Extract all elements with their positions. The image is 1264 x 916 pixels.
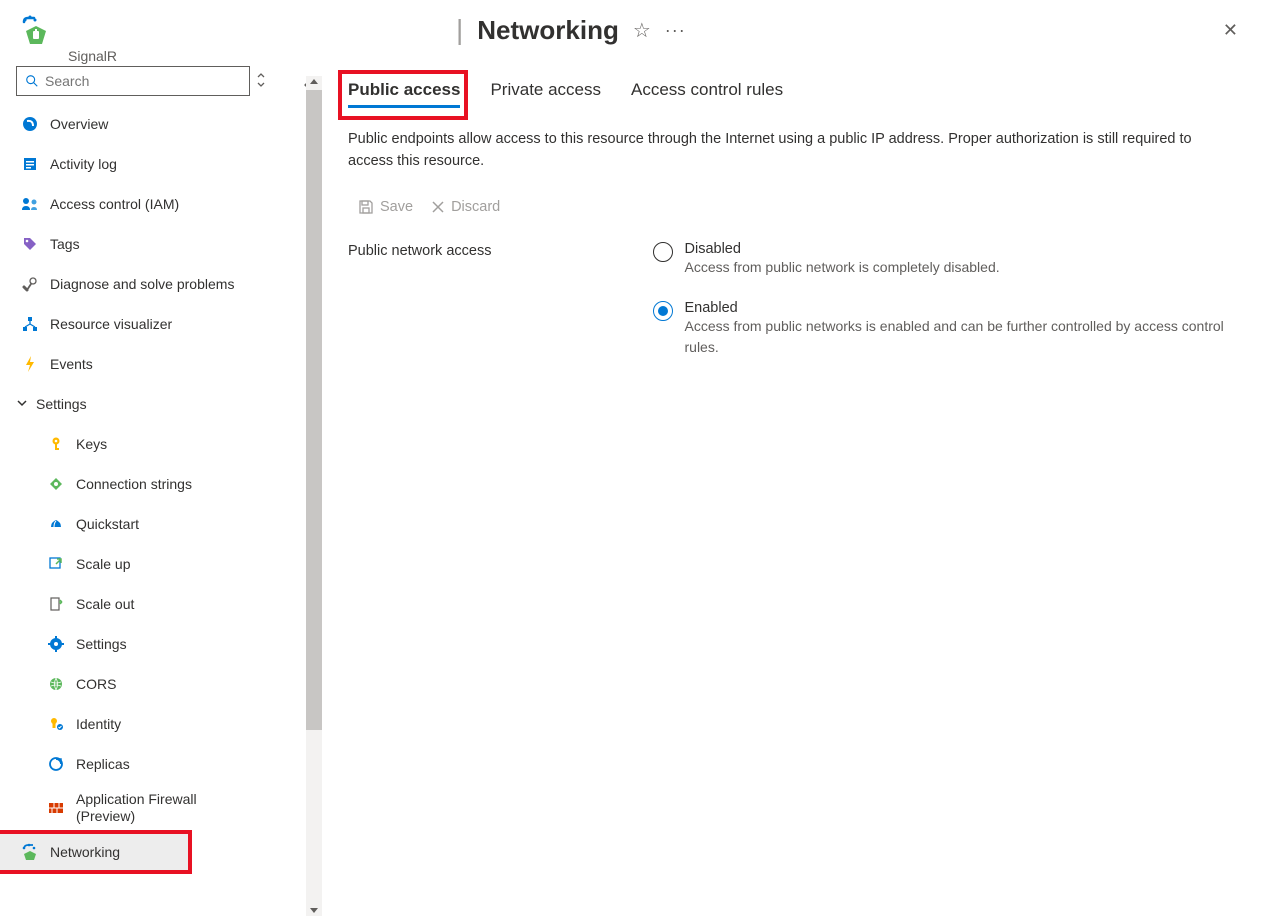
sidebar-item-resource-visualizer[interactable]: Resource visualizer xyxy=(16,304,308,344)
discard-label: Discard xyxy=(451,199,500,215)
sidebar-item-overview[interactable]: Overview xyxy=(16,104,308,144)
sidebar-group-settings[interactable]: Settings xyxy=(16,384,308,424)
sidebar-item-keys[interactable]: Keys xyxy=(16,424,308,464)
favorite-star-icon[interactable]: ☆ xyxy=(633,18,651,43)
tags-icon xyxy=(20,234,40,254)
radio-desc: Access from public networks is enabled a… xyxy=(685,316,1235,358)
radio-label: Disabled xyxy=(685,241,1000,257)
firewall-icon xyxy=(46,798,66,818)
quickstart-icon xyxy=(46,514,66,534)
sidebar-item-label: Quickstart xyxy=(76,516,139,533)
sidebar-item-label: Connection strings xyxy=(76,476,192,493)
sidebar: Overview Activity log Access control (IA… xyxy=(0,56,308,895)
tab-label: Private access xyxy=(490,80,601,99)
activity-log-icon xyxy=(20,154,40,174)
sidebar-item-label: Application Firewall (Preview) xyxy=(76,791,226,825)
sidebar-item-label: Diagnose and solve problems xyxy=(50,276,234,293)
sidebar-item-label: Access control (IAM) xyxy=(50,196,179,213)
radio-circle[interactable] xyxy=(653,242,673,262)
radio-group: Disabled Access from public network is c… xyxy=(653,241,1235,358)
search-box[interactable] xyxy=(16,66,250,96)
cors-icon xyxy=(46,674,66,694)
tab-label: Public access xyxy=(348,80,460,99)
sidebar-item-access-control[interactable]: Access control (IAM) xyxy=(16,184,308,224)
radio-desc: Access from public network is completely… xyxy=(685,257,1000,278)
toolbar: Save Discard xyxy=(358,199,1234,215)
sidebar-item-app-firewall[interactable]: Application Firewall (Preview) xyxy=(16,784,308,832)
tab-public-access[interactable]: Public access xyxy=(348,80,460,108)
tab-description: Public endpoints allow access to this re… xyxy=(348,128,1218,173)
sidebar-item-settings[interactable]: Settings xyxy=(16,624,308,664)
sidebar-item-label: Scale out xyxy=(76,596,134,613)
events-icon xyxy=(20,354,40,374)
tab-access-control-rules[interactable]: Access control rules xyxy=(631,80,783,108)
pipe-separator: | xyxy=(456,14,463,46)
sidebar-item-activity-log[interactable]: Activity log xyxy=(16,144,308,184)
form-label: Public network access xyxy=(348,241,653,259)
access-control-icon xyxy=(20,194,40,214)
scale-out-icon xyxy=(46,594,66,614)
tabs: Public access Private access Access cont… xyxy=(348,80,1234,108)
save-button[interactable]: Save xyxy=(358,199,413,215)
resource-visualizer-icon xyxy=(20,314,40,334)
connection-strings-icon xyxy=(46,474,66,494)
keys-icon xyxy=(46,434,66,454)
sidebar-item-label: Networking xyxy=(50,844,120,861)
sidebar-item-cors[interactable]: CORS xyxy=(16,664,308,704)
discard-button[interactable]: Discard xyxy=(431,199,500,215)
signalr-logo-icon xyxy=(20,14,52,46)
sidebar-item-identity[interactable]: Identity xyxy=(16,704,308,744)
radio-option-disabled[interactable]: Disabled Access from public network is c… xyxy=(653,241,1235,278)
public-network-access-row: Public network access Disabled Access fr… xyxy=(348,241,1234,358)
sidebar-item-label: Identity xyxy=(76,716,121,733)
sidebar-item-events[interactable]: Events xyxy=(16,344,308,384)
sidebar-item-label: Keys xyxy=(76,436,107,453)
chevron-down-icon xyxy=(16,396,28,412)
header-title-wrap: | Networking ☆ ··· xyxy=(456,14,686,46)
expand-collapse-icon[interactable] xyxy=(256,72,266,91)
settings-gear-icon xyxy=(46,634,66,654)
close-icon[interactable]: ✕ xyxy=(1223,20,1238,41)
sidebar-item-networking[interactable]: Networking xyxy=(0,832,190,872)
sidebar-item-label: Tags xyxy=(50,236,80,253)
overview-icon xyxy=(20,114,40,134)
radio-label: Enabled xyxy=(685,300,1235,316)
diagnose-icon xyxy=(20,274,40,294)
sidebar-item-diagnose[interactable]: Diagnose and solve problems xyxy=(16,264,308,304)
sidebar-item-replicas[interactable]: Replicas xyxy=(16,744,308,784)
replicas-icon xyxy=(46,754,66,774)
search-icon xyxy=(25,74,39,88)
sidebar-item-scale-up[interactable]: Scale up xyxy=(16,544,308,584)
sidebar-item-label: Activity log xyxy=(50,156,117,173)
sidebar-item-scale-out[interactable]: Scale out xyxy=(16,584,308,624)
sidebar-item-label: CORS xyxy=(76,676,116,693)
tab-label: Access control rules xyxy=(631,80,783,99)
sidebar-group-label: Settings xyxy=(36,396,87,412)
sidebar-item-label: Settings xyxy=(76,636,127,653)
networking-icon xyxy=(20,842,40,862)
sidebar-item-quickstart[interactable]: Quickstart xyxy=(16,504,308,544)
main-content: Public access Private access Access cont… xyxy=(308,56,1264,895)
radio-circle[interactable] xyxy=(653,301,673,321)
search-input[interactable] xyxy=(45,73,241,89)
save-icon xyxy=(358,199,374,215)
page-title: Networking xyxy=(477,15,619,46)
save-label: Save xyxy=(380,199,413,215)
sidebar-item-label: Scale up xyxy=(76,556,130,573)
tab-private-access[interactable]: Private access xyxy=(490,80,601,108)
more-icon[interactable]: ··· xyxy=(665,20,686,41)
scale-up-icon xyxy=(46,554,66,574)
sidebar-item-connection-strings[interactable]: Connection strings xyxy=(16,464,308,504)
sidebar-item-label: Events xyxy=(50,356,93,373)
sidebar-item-label: Resource visualizer xyxy=(50,316,172,333)
sidebar-item-tags[interactable]: Tags xyxy=(16,224,308,264)
discard-icon xyxy=(431,200,445,214)
sidebar-item-label: Overview xyxy=(50,116,108,133)
sidebar-item-label: Replicas xyxy=(76,756,130,773)
identity-icon xyxy=(46,714,66,734)
header: SignalR | Networking ☆ ··· ✕ xyxy=(0,0,1264,56)
radio-option-enabled[interactable]: Enabled Access from public networks is e… xyxy=(653,300,1235,358)
